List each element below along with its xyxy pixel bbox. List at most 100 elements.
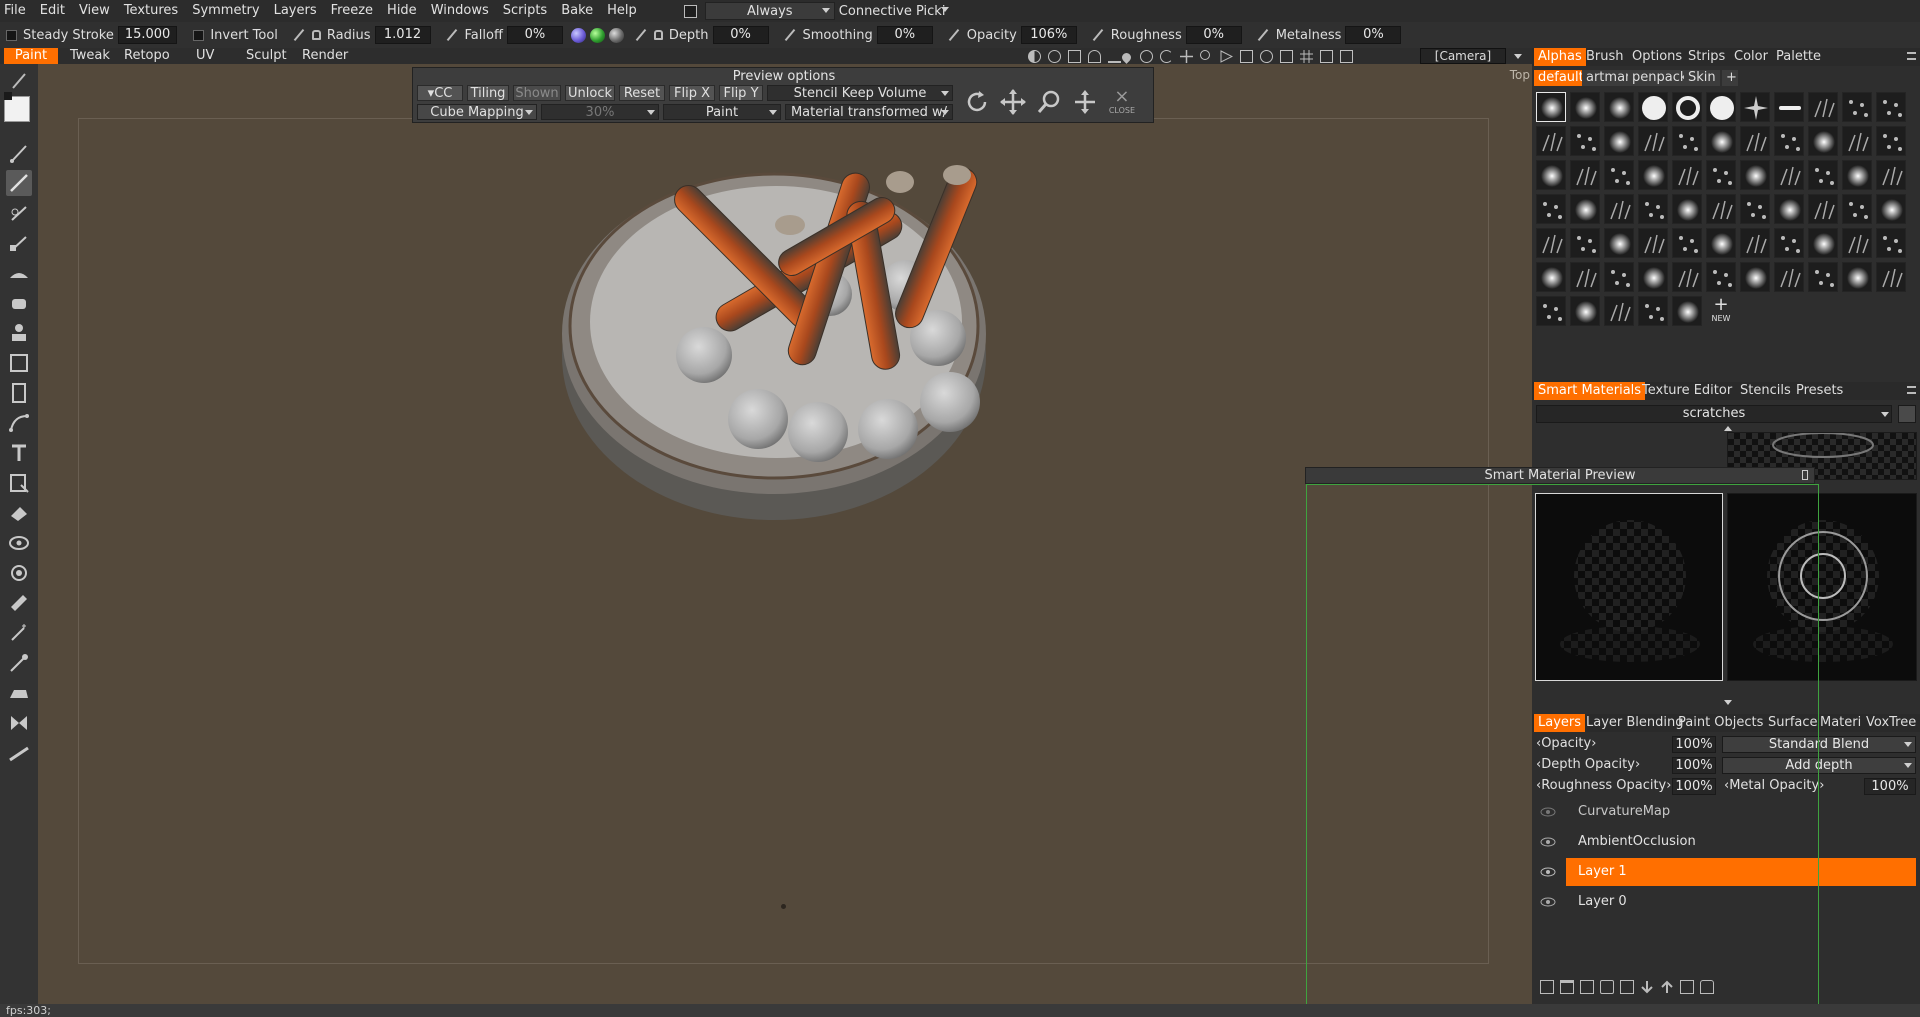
alpha-brush-thumb[interactable] [1740, 228, 1770, 258]
flip-y-button[interactable]: Flip Y [719, 85, 763, 101]
menu-view[interactable]: View [72, 0, 117, 22]
subtab-default[interactable]: default [1534, 70, 1588, 86]
stamp-tool-icon[interactable] [6, 320, 32, 346]
opacity-control[interactable]: Opacity 106% [967, 26, 1077, 44]
alpha-brush-thumb[interactable] [1876, 92, 1906, 122]
alpha-brush-thumb[interactable] [1536, 160, 1566, 190]
stencil-mode-dropdown[interactable]: Stencil Keep Volume [767, 85, 953, 101]
alpha-brush-thumb[interactable] [1808, 194, 1838, 224]
alpha-brush-thumb[interactable] [1604, 194, 1634, 224]
reset-button[interactable]: Reset [619, 85, 665, 101]
metalness-control[interactable]: Metalness 0% [1276, 26, 1402, 44]
alpha-brush-thumb[interactable] [1672, 160, 1702, 190]
tab-alphas[interactable]: Alphas [1534, 48, 1586, 66]
texture-tool-icon[interactable] [6, 380, 32, 406]
delete-layer-icon[interactable] [1560, 980, 1574, 994]
eye-icon[interactable] [1540, 897, 1556, 907]
steady-stroke-control[interactable]: Steady Stroke 15.000 [23, 26, 178, 44]
new-alpha-button[interactable]: + NEW [1706, 296, 1736, 326]
alpha-brush-thumb[interactable] [1808, 126, 1838, 156]
menu-layers[interactable]: Layers [267, 0, 324, 22]
eye-icon[interactable] [1540, 837, 1556, 847]
alpha-brush-thumb[interactable] [1842, 262, 1872, 292]
tab-strips[interactable]: Strips [1684, 48, 1729, 66]
pin-icon[interactable] [1802, 470, 1808, 480]
clear-layer-icon[interactable] [1680, 980, 1694, 994]
alpha-brush-thumb[interactable] [1842, 126, 1872, 156]
pen-tool-icon[interactable] [6, 68, 32, 94]
alpha-brush-thumb[interactable] [1876, 228, 1906, 258]
frame-icon[interactable] [1220, 50, 1234, 63]
curve-tool-icon[interactable] [6, 410, 32, 436]
lock-icon[interactable] [311, 30, 321, 40]
room-uv[interactable]: UV [190, 48, 220, 64]
radius-value[interactable]: 1.012 [374, 26, 431, 44]
alpha-brush-thumb[interactable] [1740, 194, 1770, 224]
steady-stroke-checkbox[interactable] [6, 29, 17, 41]
menu-hide[interactable]: Hide [380, 0, 424, 22]
room-sculpt[interactable]: Sculpt [240, 48, 293, 64]
tiling-button[interactable]: Tiling [467, 85, 509, 101]
text-tool-icon[interactable] [6, 440, 32, 466]
maximize-icon[interactable] [1320, 50, 1333, 63]
3d-viewport[interactable]: Top [38, 64, 1532, 1004]
tab-color[interactable]: Color [1730, 48, 1772, 66]
brush-tool-icon[interactable] [6, 140, 32, 166]
tab-surface[interactable]: Surface [1764, 714, 1822, 732]
layer-row-active[interactable]: Layer 1 [1532, 858, 1916, 886]
alpha-brush-thumb[interactable] [1706, 92, 1736, 122]
move-icon[interactable] [999, 88, 1027, 116]
fit-icon[interactable] [1240, 50, 1253, 63]
cube-icon[interactable] [1280, 50, 1293, 63]
room-paint[interactable]: Paint [4, 48, 58, 64]
layer-row[interactable]: CurvatureMap [1532, 798, 1916, 826]
new-layer-icon[interactable] [1540, 980, 1554, 994]
smart-material-thumb-2[interactable] [1727, 493, 1917, 681]
alpha-brush-thumb[interactable] [1842, 194, 1872, 224]
falloff-value[interactable]: 0% [506, 26, 563, 44]
alpha-brush-thumb[interactable] [1638, 126, 1668, 156]
ground-icon[interactable] [1108, 50, 1121, 63]
screen-icon[interactable] [1340, 50, 1353, 63]
gloss-sphere-icon[interactable] [608, 27, 624, 43]
image-icon[interactable] [1068, 50, 1081, 63]
alpha-brush-thumb[interactable] [1740, 262, 1770, 292]
tab-presets[interactable]: Presets [1792, 382, 1847, 400]
alpha-brush-thumb[interactable] [1672, 92, 1702, 122]
light-icon[interactable] [1048, 50, 1061, 63]
alpha-brush-thumb[interactable] [1774, 262, 1804, 292]
alpha-brush-thumb[interactable] [1536, 262, 1566, 292]
smoothing-control[interactable]: Smoothing 0% [803, 26, 933, 44]
unlock-button[interactable]: Unlock [565, 85, 615, 101]
scroll-up-icon[interactable] [1724, 426, 1732, 431]
alpha-brush-thumb[interactable] [1672, 194, 1702, 224]
picking-checkbox[interactable] [683, 4, 697, 18]
rotate-icon[interactable] [963, 88, 991, 116]
alpha-brush-thumb[interactable] [1672, 228, 1702, 258]
invert-tool-control[interactable]: Invert Tool [210, 28, 278, 43]
secondary-color-swatch[interactable] [4, 92, 12, 100]
alpha-brush-thumb[interactable] [1808, 228, 1838, 258]
alpha-brush-thumb[interactable] [1842, 160, 1872, 190]
depth-mode-dropdown[interactable]: Add depth [1722, 757, 1916, 774]
invert-tool-checkbox[interactable] [193, 29, 205, 41]
alpha-brush-thumb[interactable] [1706, 194, 1736, 224]
alpha-brush-thumb[interactable] [1876, 194, 1906, 224]
smart-material-search-input[interactable]: scratches [1536, 405, 1892, 423]
lasso-tool-icon[interactable] [6, 350, 32, 376]
alpha-brush-thumb[interactable] [1740, 92, 1770, 122]
alpha-brush-thumb[interactable] [1808, 92, 1838, 122]
material-mode-dropdown[interactable]: Material transformed w/ [785, 104, 953, 120]
scale-icon[interactable] [1035, 88, 1063, 116]
alpha-brush-thumb[interactable] [1604, 160, 1634, 190]
add-layer-icon[interactable] [1580, 980, 1594, 994]
alpha-brush-thumb[interactable] [1808, 160, 1838, 190]
alpha-brush-thumb[interactable] [1774, 228, 1804, 258]
menu-freeze[interactable]: Freeze [324, 0, 380, 22]
depth-lock-icon[interactable] [653, 30, 663, 40]
room-tweak[interactable]: Tweak [64, 48, 116, 64]
menu-scripts[interactable]: Scripts [496, 0, 554, 22]
campfire-model[interactable] [38, 64, 1532, 1004]
alpha-brush-thumb[interactable] [1842, 92, 1872, 122]
tab-stencils[interactable]: Stencils [1736, 382, 1795, 400]
